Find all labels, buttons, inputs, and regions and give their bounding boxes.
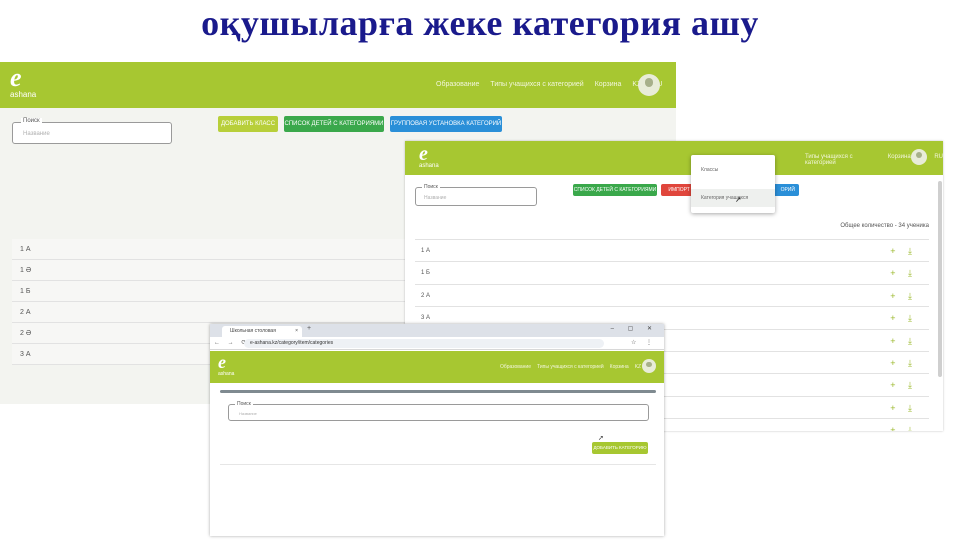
nav-item-student-types[interactable]: Типы учащихся с категорией xyxy=(537,364,604,370)
url-field[interactable]: e-ashana.kz/category/item/categories xyxy=(244,339,604,348)
scrollbar[interactable] xyxy=(938,181,942,377)
total-count: Общее количество - 34 ученика xyxy=(840,223,929,229)
nav-item-student-types[interactable]: Типы учащихся с категорией xyxy=(490,81,583,88)
browser-tab[interactable]: Школьная столовая × xyxy=(222,326,302,337)
window-controls-icon[interactable]: – ▢ ✕ xyxy=(611,325,658,332)
divider xyxy=(220,464,656,465)
row-actions-icons: + ⤓ xyxy=(890,402,917,413)
dropdown-item-classes[interactable]: Классы xyxy=(691,161,775,179)
nav-item-cart[interactable]: Корзина xyxy=(595,81,622,88)
mouse-cursor-icon: ➚ xyxy=(735,195,742,204)
add-class-button[interactable]: ДОБАВИТЬ КЛАСС xyxy=(218,116,278,132)
nav-item-cart[interactable]: Корзина xyxy=(610,364,629,370)
search-placeholder: Название xyxy=(23,131,50,137)
row-actions-icons: + ⤓ xyxy=(890,290,917,301)
search-label: Поиск xyxy=(235,401,253,407)
new-tab-icon[interactable]: + xyxy=(307,325,311,332)
row-actions-icons: + ⤓ xyxy=(890,313,917,324)
children-with-categories-button[interactable]: СПИСОК ДЕТЕЙ С КАТЕГОРИЯМИ xyxy=(284,116,384,132)
browser-tab-bar: Школьная столовая × + – ▢ ✕ xyxy=(210,324,664,337)
list-item[interactable]: 1 А xyxy=(12,239,432,260)
app-header: e ashana Образование Типы учащихся с кате… xyxy=(210,351,664,383)
user-avatar[interactable] xyxy=(642,359,656,373)
ashana-logo[interactable]: e ashana xyxy=(10,65,36,100)
app-header: e ashana Типы учащихся с категорией Корзи… xyxy=(405,141,943,175)
list-item[interactable]: 2 А + ⤓ xyxy=(415,285,929,308)
app-header: e ashana Образование Типы учащихся с кате… xyxy=(0,62,676,108)
user-avatar[interactable] xyxy=(911,149,927,165)
list-item[interactable]: 1 Ә xyxy=(12,260,432,281)
lang-kz[interactable]: KZ xyxy=(635,364,641,370)
row-actions-icons: + ⤓ xyxy=(890,335,917,346)
search-field[interactable]: Поиск Название xyxy=(415,184,537,206)
list-item[interactable]: 1 Б + ⤓ xyxy=(415,262,929,285)
presentation-slide: оқушыларға жеке категория ашу e ashana Об… xyxy=(0,0,960,540)
ashana-logo[interactable]: e ashana xyxy=(218,353,234,377)
ashana-logo[interactable]: e ashana xyxy=(419,144,439,170)
search-field[interactable]: Поиск Название xyxy=(12,118,172,144)
list-item[interactable]: 1 Б xyxy=(12,281,432,302)
lang-ru[interactable]: RU xyxy=(934,154,943,166)
row-actions-icons: + ⤓ xyxy=(890,246,917,256)
browser-address-bar: ← → ⟳ e-ashana.kz/category/item/categori… xyxy=(210,337,664,350)
nav-dropdown-menu: Классы Категория учащихся ➚ xyxy=(691,155,775,213)
list-item[interactable]: 1 А + ⤓ xyxy=(415,240,929,263)
mouse-cursor-icon: ➚ xyxy=(598,435,604,442)
dropdown-item-student-category[interactable]: Категория учащихся xyxy=(691,189,775,207)
nav-item-student-types[interactable]: Типы учащихся с категорией xyxy=(805,154,880,166)
close-tab-icon: × xyxy=(295,328,298,334)
children-with-categories-button[interactable]: СПИСОК ДЕТЕЙ С КАТЕГОРИЯМИ xyxy=(573,184,657,196)
group-category-button[interactable]: ГРУППОВАЯ УСТАНОВКА КАТЕГОРИЙ xyxy=(390,116,502,132)
row-actions-icons: + ⤓ xyxy=(890,425,917,431)
group-category-button[interactable]: ОРИЙ xyxy=(771,184,799,196)
search-placeholder: Название xyxy=(239,411,257,416)
class-list: 1 А + ⤓ 1 Б + ⤓ 2 А + ⤓ 3 А + ⤓ + ⤓ + ⤓ + ⤓ … xyxy=(415,239,929,431)
card-top-border xyxy=(220,390,656,393)
screenshot-add-category: Школьная столовая × + – ▢ ✕ ← → ⟳ e-ashan… xyxy=(210,324,664,536)
nav-item-cart[interactable]: Корзина xyxy=(888,154,911,166)
browser-toolbar-icons[interactable]: ☆ ⋮ xyxy=(631,339,656,346)
list-item[interactable]: 2 А xyxy=(12,302,432,323)
nav-item-education[interactable]: Образование xyxy=(500,364,531,370)
nav-item-education[interactable]: Образование xyxy=(436,81,479,88)
top-nav: Образование Типы учащихся с категорией К… xyxy=(436,81,662,88)
add-category-button[interactable]: ДОБАВИТЬ КАТЕГОРИЮ xyxy=(592,442,648,454)
row-actions-icons: + ⤓ xyxy=(890,268,917,279)
search-label: Поиск xyxy=(422,184,440,190)
user-avatar[interactable] xyxy=(638,74,660,96)
row-actions-icons: + ⤓ xyxy=(890,380,917,391)
search-field[interactable]: Поиск Название xyxy=(228,401,649,421)
search-placeholder: Название xyxy=(424,195,447,201)
slide-title: оқушыларға жеке категория ашу xyxy=(201,3,759,43)
search-label: Поиск xyxy=(21,118,42,124)
row-actions-icons: + ⤓ xyxy=(890,358,917,368)
top-nav: Образование Типы учащихся с категорией К… xyxy=(500,364,654,370)
